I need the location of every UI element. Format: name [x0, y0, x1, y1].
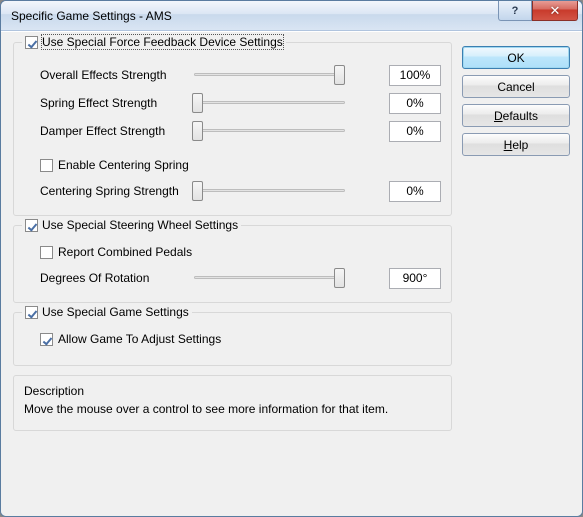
- defaults-button[interactable]: Defaults: [462, 104, 570, 127]
- steering-wheel-group: Use Special Steering Wheel Settings Repo…: [13, 225, 452, 303]
- centering-strength-slider[interactable]: [192, 180, 347, 202]
- description-title: Description: [24, 384, 441, 398]
- combined-pedals-label: Report Combined Pedals: [58, 245, 192, 259]
- overall-effects-label: Overall Effects Strength: [24, 68, 184, 82]
- close-icon[interactable]: ✕: [532, 1, 578, 21]
- wheel-legend-checkbox[interactable]: [25, 219, 38, 232]
- titlebar-controls: ? ✕: [498, 1, 578, 21]
- damper-effect-slider[interactable]: [192, 120, 347, 142]
- allow-adjust-label: Allow Game To Adjust Settings: [58, 332, 221, 346]
- rotation-value: 900°: [389, 268, 441, 289]
- centering-strength-row: Centering Spring Strength 0%: [24, 177, 441, 205]
- wheel-legend[interactable]: Use Special Steering Wheel Settings: [22, 218, 241, 232]
- overall-effects-slider[interactable]: [192, 64, 347, 86]
- spring-effect-label: Spring Effect Strength: [24, 96, 184, 110]
- allow-adjust-row[interactable]: Allow Game To Adjust Settings: [24, 327, 441, 351]
- wheel-legend-label: Use Special Steering Wheel Settings: [42, 218, 238, 232]
- damper-effect-row: Damper Effect Strength 0%: [24, 117, 441, 145]
- dialog-window: Specific Game Settings - AMS ? ✕ Use Spe…: [0, 0, 583, 517]
- window-title: Specific Game Settings - AMS: [11, 9, 172, 23]
- ffb-legend-label: Use Special Force Feedback Device Settin…: [42, 35, 283, 49]
- titlebar[interactable]: Specific Game Settings - AMS ? ✕: [1, 1, 582, 31]
- combined-pedals-row[interactable]: Report Combined Pedals: [24, 240, 441, 264]
- main-column: Use Special Force Feedback Device Settin…: [13, 42, 452, 504]
- enable-centering-checkbox[interactable]: [40, 159, 53, 172]
- spring-effect-slider[interactable]: [192, 92, 347, 114]
- rotation-label: Degrees Of Rotation: [24, 271, 184, 285]
- centering-strength-label: Centering Spring Strength: [24, 184, 184, 198]
- ffb-legend-checkbox[interactable]: [25, 36, 38, 49]
- ok-button[interactable]: OK: [462, 46, 570, 69]
- ffb-legend[interactable]: Use Special Force Feedback Device Settin…: [22, 35, 286, 49]
- game-legend[interactable]: Use Special Game Settings: [22, 305, 192, 319]
- enable-centering-label: Enable Centering Spring: [58, 158, 189, 172]
- damper-effect-value: 0%: [389, 121, 441, 142]
- description-box: Description Move the mouse over a contro…: [13, 375, 452, 431]
- game-legend-label: Use Special Game Settings: [42, 305, 189, 319]
- rotation-row: Degrees Of Rotation 900°: [24, 264, 441, 292]
- centering-strength-value: 0%: [389, 181, 441, 202]
- damper-effect-label: Damper Effect Strength: [24, 124, 184, 138]
- enable-centering-row[interactable]: Enable Centering Spring: [24, 153, 441, 177]
- button-column: OK Cancel Defaults Help: [462, 42, 570, 504]
- spring-effect-row: Spring Effect Strength 0%: [24, 89, 441, 117]
- client-area: Use Special Force Feedback Device Settin…: [1, 31, 582, 516]
- rotation-slider[interactable]: [192, 267, 347, 289]
- game-legend-checkbox[interactable]: [25, 306, 38, 319]
- cancel-button[interactable]: Cancel: [462, 75, 570, 98]
- allow-adjust-checkbox[interactable]: [40, 333, 53, 346]
- combined-pedals-checkbox[interactable]: [40, 246, 53, 259]
- overall-effects-value: 100%: [389, 65, 441, 86]
- help-button[interactable]: Help: [462, 133, 570, 156]
- overall-effects-row: Overall Effects Strength 100%: [24, 61, 441, 89]
- help-icon[interactable]: ?: [498, 1, 532, 21]
- force-feedback-group: Use Special Force Feedback Device Settin…: [13, 42, 452, 216]
- description-text: Move the mouse over a control to see mor…: [24, 402, 441, 416]
- game-settings-group: Use Special Game Settings Allow Game To …: [13, 312, 452, 366]
- spring-effect-value: 0%: [389, 93, 441, 114]
